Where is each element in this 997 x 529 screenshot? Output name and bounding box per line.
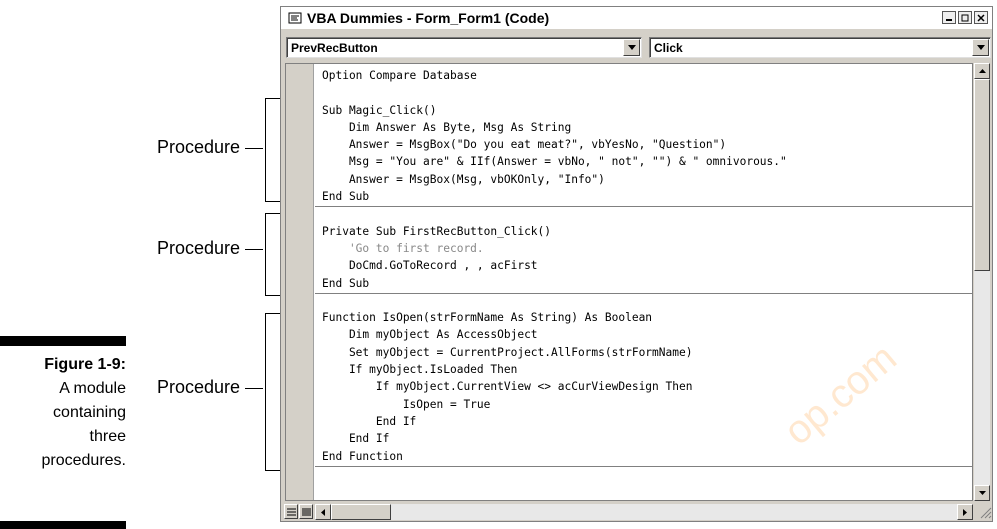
procedure-callout-label-3: Procedure <box>156 377 240 397</box>
code-line: Private Sub FirstRecButton_Click() <box>322 224 552 238</box>
resize-grip-icon[interactable] <box>978 505 992 519</box>
title-bar[interactable]: VBA Dummies - Form_Form1 (Code) <box>281 7 992 29</box>
arrow-up-icon <box>978 69 986 73</box>
procedure-separator <box>315 292 972 294</box>
procedure-view-button[interactable] <box>284 504 298 519</box>
procedure-bracket-3 <box>265 313 281 471</box>
procedure-separator <box>315 206 972 208</box>
scroll-up-button[interactable] <box>974 63 990 79</box>
caption-bar-bottom <box>0 521 126 529</box>
code-line: End Function <box>322 449 403 463</box>
procedure-separator <box>315 465 972 467</box>
caption-line: containing <box>53 404 126 421</box>
close-button[interactable] <box>974 11 988 24</box>
code-line: Set myObject = CurrentProject.AllForms(s… <box>322 345 693 359</box>
code-window: VBA Dummies - Form_Form1 (Code) PrevRecB… <box>280 6 993 522</box>
code-line: Function IsOpen(strFormName As String) A… <box>322 311 653 325</box>
code-line: Sub Magic_Click() <box>322 103 437 117</box>
procedure-combo[interactable]: Click <box>649 37 991 58</box>
figure-caption: Figure 1-9: A module containing three pr… <box>0 353 127 473</box>
minimize-button[interactable] <box>942 11 956 24</box>
callout-connector <box>245 148 263 149</box>
horizontal-scrollbar[interactable] <box>315 504 973 520</box>
code-editor[interactable]: Option Compare Database Sub Magic_Click(… <box>285 63 973 501</box>
full-module-view-icon <box>301 508 311 515</box>
code-line: End If <box>322 432 390 446</box>
object-combo-dropdown-button[interactable] <box>623 39 640 56</box>
procedure-combo-value: Click <box>654 41 683 55</box>
code-line: End If <box>322 414 417 428</box>
code-line: Msg = "You are" & IIf(Answer = vbNo, " n… <box>322 155 787 169</box>
code-line: DoCmd.GoToRecord , , acFirst <box>322 259 538 273</box>
code-line: If myObject.CurrentView <> acCurViewDesi… <box>322 380 693 394</box>
arrow-right-icon <box>963 508 967 516</box>
margin-indicator-bar[interactable] <box>286 64 314 500</box>
code-line: End Sub <box>322 190 370 204</box>
minimize-icon <box>946 18 952 21</box>
code-area[interactable]: Option Compare Database Sub Magic_Click(… <box>322 67 787 465</box>
scroll-down-button[interactable] <box>974 485 990 501</box>
arrow-down-icon <box>978 491 986 495</box>
window-title: VBA Dummies - Form_Form1 (Code) <box>307 10 550 26</box>
close-icon <box>977 13 985 22</box>
object-combo[interactable]: PrevRecButton <box>286 37 642 58</box>
procedure-combo-dropdown-button[interactable] <box>972 39 989 56</box>
procedure-callout-label-2: Procedure <box>156 238 240 258</box>
code-line: Option Compare Database <box>322 69 477 82</box>
procedure-view-icon <box>286 508 296 515</box>
caption-title: Figure 1-9: <box>44 356 126 373</box>
horizontal-scroll-thumb[interactable] <box>331 504 391 520</box>
scroll-left-button[interactable] <box>315 504 331 520</box>
full-module-view-button[interactable] <box>299 504 313 519</box>
module-icon <box>287 11 303 25</box>
code-line: Dim myObject As AccessObject <box>322 328 538 342</box>
procedure-callout-label-1: Procedure <box>156 137 240 157</box>
procedure-bracket-2 <box>265 213 281 296</box>
code-line: IsOpen = True <box>322 397 491 411</box>
restore-icon <box>961 14 969 21</box>
vertical-scrollbar[interactable] <box>974 63 990 501</box>
arrow-left-icon <box>321 508 325 516</box>
object-combo-value: PrevRecButton <box>291 41 378 55</box>
code-line: End Sub <box>322 276 370 290</box>
caption-line: procedures. <box>41 452 127 469</box>
callout-connector <box>245 388 263 389</box>
code-line: If myObject.IsLoaded Then <box>322 363 518 377</box>
restore-button[interactable] <box>958 11 972 24</box>
code-line: Dim Answer As Byte, Msg As String <box>322 120 572 134</box>
callout-connector <box>245 249 263 250</box>
code-line: Answer = MsgBox("Do you eat meat?", vbYe… <box>322 138 727 152</box>
chevron-down-icon <box>976 45 985 50</box>
scroll-right-button[interactable] <box>957 504 973 520</box>
scroll-thumb[interactable] <box>974 79 990 271</box>
caption-bar-top <box>0 336 126 346</box>
code-line: Answer = MsgBox(Msg, vbOKOnly, "Info") <box>322 172 605 186</box>
procedure-bracket-1 <box>265 98 281 202</box>
caption-line: three <box>89 428 126 445</box>
code-comment-line: 'Go to first record. <box>322 241 484 255</box>
chevron-down-icon <box>627 45 636 50</box>
